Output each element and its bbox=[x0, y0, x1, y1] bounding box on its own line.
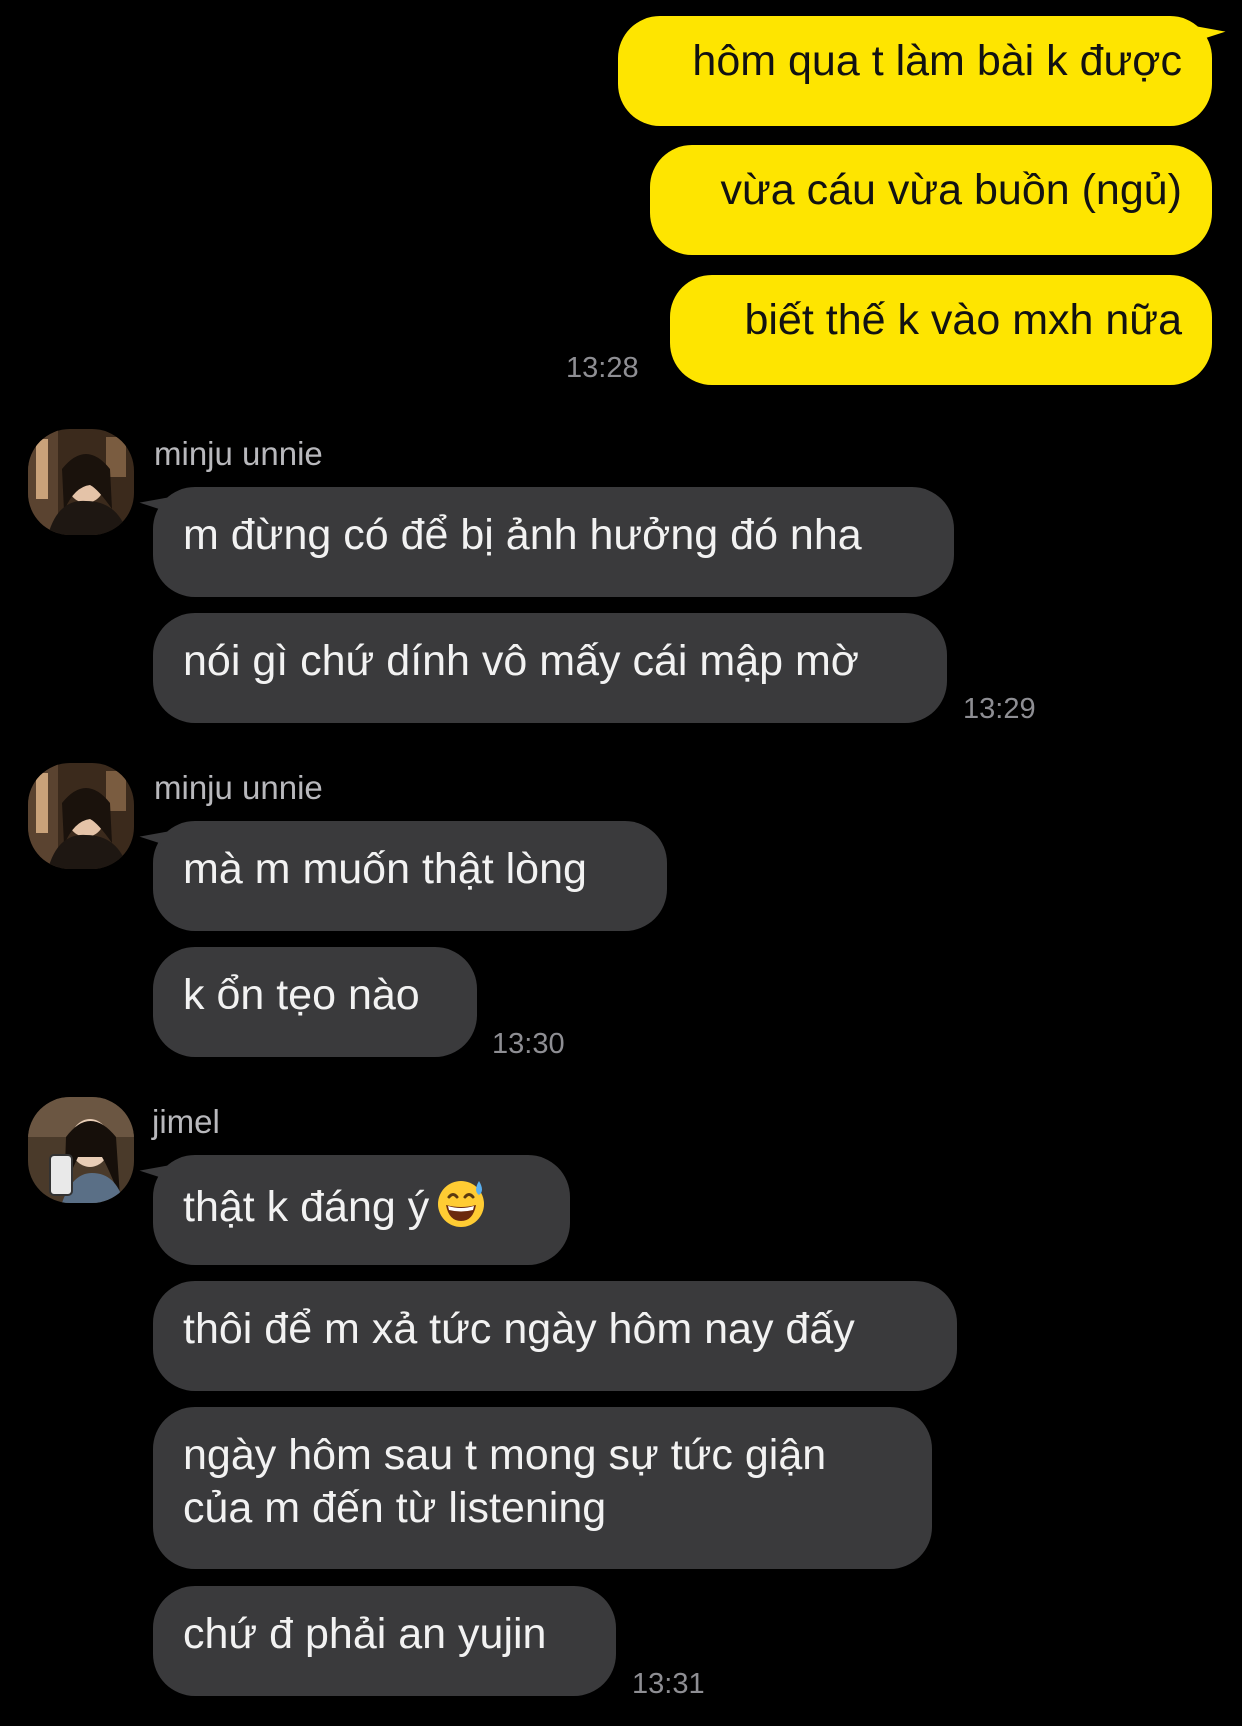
sender-name: jimel bbox=[152, 1103, 220, 1140]
avatar[interactable] bbox=[28, 429, 134, 535]
message-timestamp: 13:28 bbox=[566, 352, 639, 384]
avatar-minju-icon bbox=[28, 429, 134, 535]
incoming-message-bubble[interactable]: mà m muốn thật lòng bbox=[153, 821, 667, 931]
message-text: của m đến từ listening bbox=[183, 1484, 607, 1532]
incoming-message-bubble[interactable]: thôi để m xả tức ngày hôm nay đấy bbox=[153, 1281, 957, 1391]
sender-name: minju unnie bbox=[154, 769, 323, 806]
message-timestamp: 13:31 bbox=[632, 1668, 705, 1700]
message-timestamp: 13:29 bbox=[963, 693, 1036, 725]
incoming-message-bubble[interactable]: m đừng có để bị ảnh hưởng đó nha bbox=[153, 487, 954, 597]
message-text: vừa cáu vừa buồn (ngủ) bbox=[720, 166, 1182, 214]
grinning-sweat-emoji-icon bbox=[435, 1177, 487, 1242]
message-text: mà m muốn thật lòng bbox=[183, 845, 587, 893]
message-text: ngày hôm sau t mong sự tức giận bbox=[183, 1431, 827, 1479]
incoming-message-bubble[interactable]: thật k đáng ý bbox=[153, 1155, 570, 1265]
avatar-jimel-icon bbox=[28, 1097, 134, 1203]
incoming-message-bubble[interactable]: k ổn tẹo nào bbox=[153, 947, 477, 1057]
sender-name: minju unnie bbox=[154, 435, 323, 472]
message-timestamp: 13:30 bbox=[492, 1028, 565, 1060]
avatar[interactable] bbox=[28, 763, 134, 869]
outgoing-message-bubble[interactable]: hôm qua t làm bài k được bbox=[618, 16, 1212, 126]
message-text: k ổn tẹo nào bbox=[183, 971, 420, 1019]
message-text: chứ đ phải an yujin bbox=[183, 1610, 547, 1658]
message-text: nói gì chứ dính vô mấy cái mập mờ bbox=[183, 637, 859, 685]
avatar-minju-icon bbox=[28, 763, 134, 869]
message-text: hôm qua t làm bài k được bbox=[692, 37, 1182, 85]
outgoing-message-bubble[interactable]: biết thế k vào mxh nữa bbox=[670, 275, 1212, 385]
incoming-message-bubble[interactable]: nói gì chứ dính vô mấy cái mập mờ bbox=[153, 613, 947, 723]
outgoing-message-bubble[interactable]: vừa cáu vừa buồn (ngủ) bbox=[650, 145, 1212, 255]
message-text: thôi để m xả tức ngày hôm nay đấy bbox=[183, 1305, 855, 1353]
message-text: biết thế k vào mxh nữa bbox=[744, 296, 1182, 344]
avatar[interactable] bbox=[28, 1097, 134, 1203]
incoming-message-bubble[interactable]: ngày hôm sau t mong sự tức giận của m đế… bbox=[153, 1407, 932, 1569]
message-text: thật k đáng ý bbox=[183, 1183, 430, 1231]
incoming-message-bubble[interactable]: chứ đ phải an yujin bbox=[153, 1586, 616, 1696]
message-text: m đừng có để bị ảnh hưởng đó nha bbox=[183, 511, 862, 559]
